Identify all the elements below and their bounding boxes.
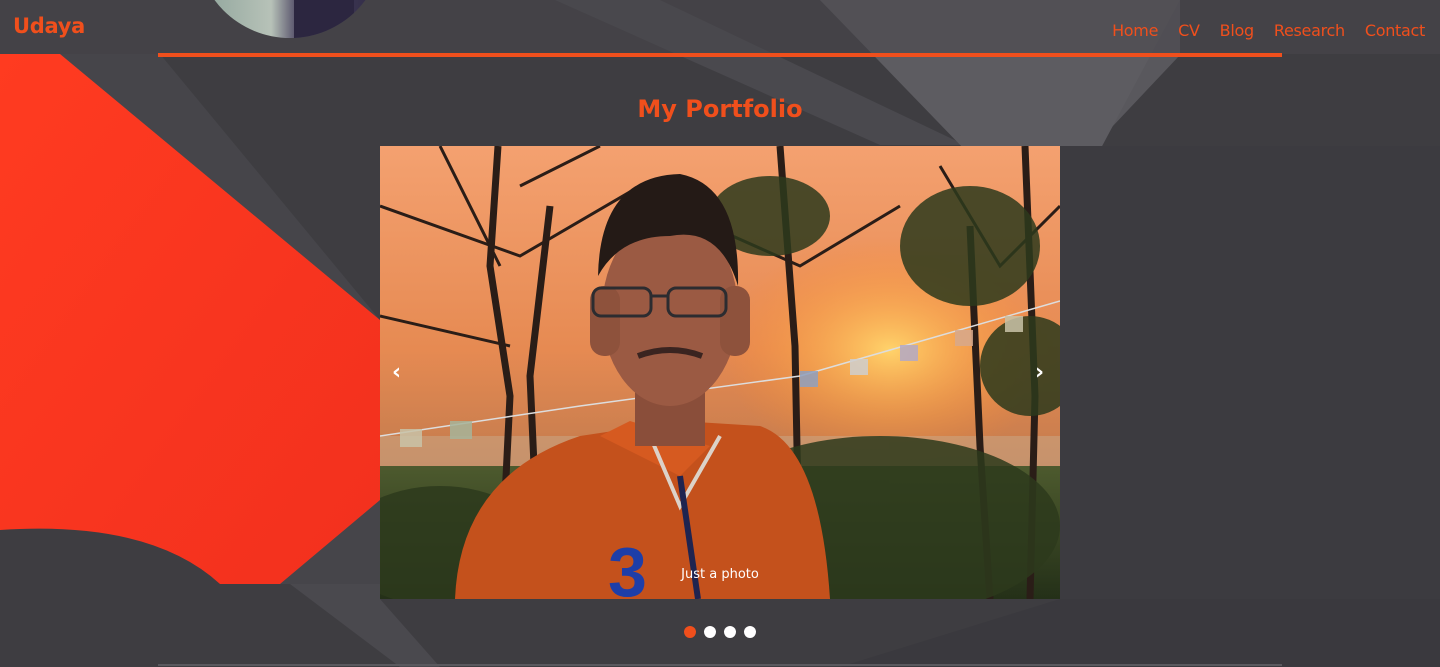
page-title: My Portfolio	[637, 95, 803, 123]
carousel-prev-button[interactable]: ‹	[392, 360, 401, 385]
carousel-indicator-dot[interactable]	[684, 626, 696, 638]
site-brand[interactable]: Udaya	[13, 14, 85, 38]
carousel-caption: Just a photo	[681, 567, 759, 582]
nav-research[interactable]: Research	[1274, 21, 1345, 40]
portfolio-carousel[interactable]: 3	[380, 146, 1060, 599]
carousel-next-button[interactable]: ›	[1035, 360, 1044, 385]
carousel-indicator-dot[interactable]	[724, 626, 736, 638]
nav-home[interactable]: Home	[1112, 21, 1158, 40]
carousel-indicator-dot[interactable]	[744, 626, 756, 638]
header-divider	[158, 53, 1282, 57]
carousel-slide-photo: 3	[380, 146, 1060, 599]
nav-contact[interactable]: Contact	[1365, 21, 1425, 40]
svg-text:3: 3	[608, 533, 647, 599]
nav-blog[interactable]: Blog	[1220, 21, 1254, 40]
main-nav: Home CV Blog Research Contact	[1112, 21, 1425, 40]
nav-cv[interactable]: CV	[1178, 21, 1200, 40]
carousel-indicators	[684, 626, 756, 638]
carousel-indicator-dot[interactable]	[704, 626, 716, 638]
footer-divider	[158, 664, 1282, 666]
